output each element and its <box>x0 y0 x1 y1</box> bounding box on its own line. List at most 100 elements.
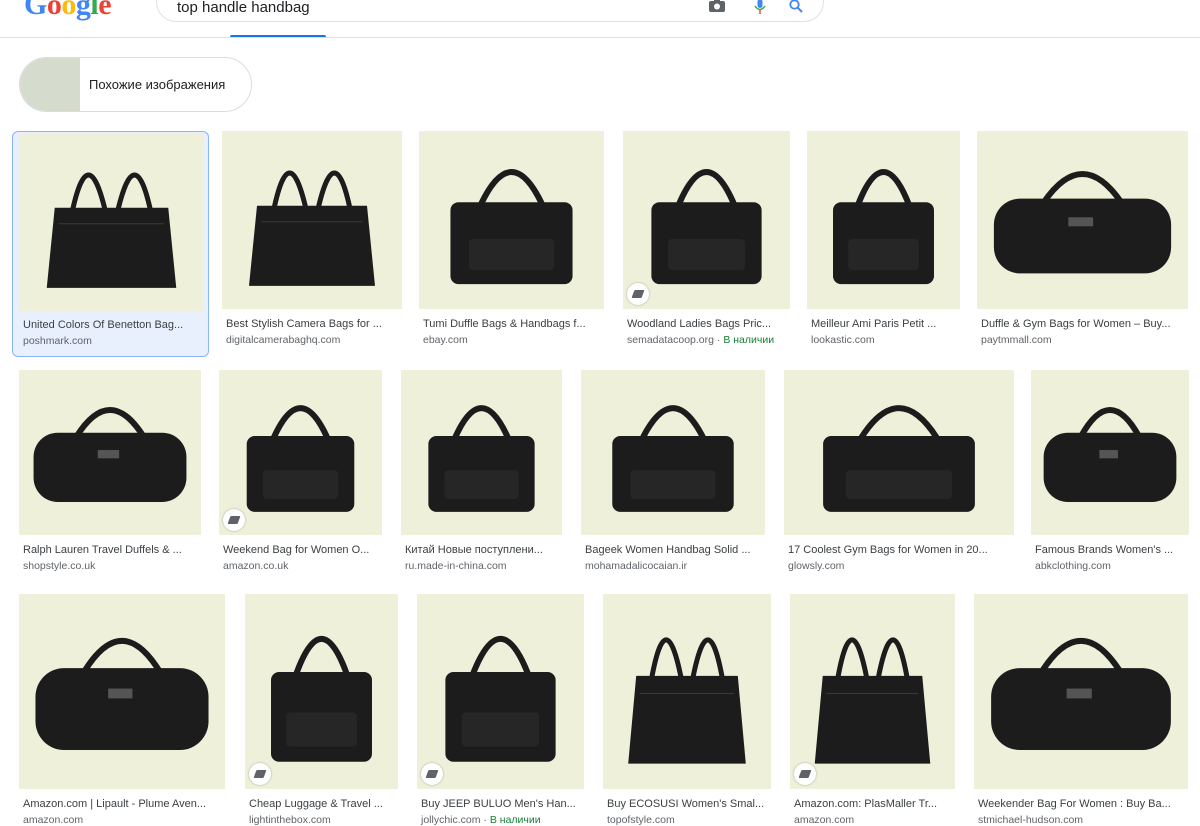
result-title[interactable]: 17 Coolest Gym Bags for Women in 20... <box>788 544 988 556</box>
result-thumbnail[interactable] <box>19 370 201 535</box>
image-result-card[interactable]: Woodland Ladies Bags Pric... semadatacoop… <box>623 131 790 357</box>
image-result-card[interactable]: 17 Coolest Gym Bags for Women in 20... gl… <box>784 370 1014 596</box>
result-domain: glowsly.com <box>788 560 845 572</box>
image-result-card[interactable]: Ralph Lauren Travel Duffels & ... shopsty… <box>19 370 201 596</box>
result-source: semadatacoop.org · В наличии <box>627 334 774 346</box>
result-source: paytmmall.com <box>981 334 1052 346</box>
result-source: jollychic.com · В наличии <box>421 814 541 826</box>
result-source: shopstyle.co.uk <box>23 560 95 572</box>
result-thumbnail[interactable] <box>419 131 604 309</box>
result-title[interactable]: Bageek Women Handbag Solid ... <box>585 544 751 556</box>
result-domain: mohamadalicocaian.ir <box>585 560 688 572</box>
image-result-card[interactable]: Meilleur Ami Paris Petit ... lookastic.co… <box>807 131 960 357</box>
tag-icon <box>627 283 649 305</box>
result-domain: digitalcamerabaghq.com <box>226 334 341 346</box>
result-domain: semadatacoop.org · <box>627 334 724 346</box>
result-domain: lightinthebox.com <box>249 814 331 826</box>
result-domain: stmichael-hudson.com <box>978 814 1084 826</box>
tag-icon <box>223 509 245 531</box>
image-result-card[interactable]: Famous Brands Women's ... abkclothing.com <box>1031 370 1189 596</box>
result-thumbnail[interactable] <box>623 131 790 309</box>
result-title[interactable]: Cheap Luggage & Travel ... <box>249 798 383 810</box>
result-title[interactable]: Weekend Bag for Women O... <box>223 544 369 556</box>
image-result-card[interactable]: Duffle & Gym Bags for Women – Buy... payt… <box>977 131 1188 357</box>
image-result-card[interactable]: Weekender Bag For Women : Buy Ba... stmic… <box>974 594 1188 826</box>
result-thumbnail[interactable] <box>807 131 960 309</box>
result-title[interactable]: Ralph Lauren Travel Duffels & ... <box>23 544 182 556</box>
tag-icon <box>421 763 443 785</box>
in-stock-label: В наличии <box>723 334 775 346</box>
mic-icon[interactable] <box>754 0 774 19</box>
similar-images-chip[interactable]: Похожие изображения <box>19 57 252 112</box>
result-thumbnail[interactable] <box>19 594 225 789</box>
result-thumbnail[interactable] <box>219 370 382 535</box>
result-domain: amazon.com <box>794 814 855 826</box>
result-source: ru.made-in-china.com <box>405 560 507 572</box>
result-source: stmichael-hudson.com <box>978 814 1083 826</box>
result-thumbnail[interactable] <box>417 594 584 789</box>
result-title[interactable]: United Colors Of Benetton Bag... <box>23 319 183 331</box>
result-title[interactable]: Buy ECOSUSI Women's Smal... <box>607 798 764 810</box>
result-title[interactable]: Woodland Ladies Bags Pric... <box>627 318 771 330</box>
result-thumbnail[interactable] <box>784 370 1014 535</box>
result-domain: amazon.com <box>23 814 84 826</box>
image-result-card[interactable]: Best Stylish Camera Bags for ... digitalc… <box>222 131 402 357</box>
result-source: amazon.co.uk <box>223 560 288 572</box>
header-divider <box>0 37 1200 38</box>
result-thumbnail[interactable] <box>581 370 765 535</box>
result-domain: poshmark.com <box>23 335 92 347</box>
result-title[interactable]: Meilleur Ami Paris Petit ... <box>811 318 936 330</box>
image-result-card[interactable]: United Colors Of Benetton Bag... poshmark… <box>12 131 209 357</box>
result-domain: jollychic.com · <box>421 814 490 826</box>
image-result-card[interactable]: Cheap Luggage & Travel ... lightinthebox.… <box>245 594 398 826</box>
camera-icon[interactable] <box>708 0 728 19</box>
result-domain: abkclothing.com <box>1035 560 1111 572</box>
header: Google top handle handbag <box>0 0 1200 38</box>
result-source: amazon.com <box>794 814 854 826</box>
image-result-card[interactable]: Amazon.com | Lipault - Plume Aven... amaz… <box>19 594 225 826</box>
result-source: abkclothing.com <box>1035 560 1111 572</box>
result-domain: topofstyle.com <box>607 814 675 826</box>
result-title[interactable]: Tumi Duffle Bags & Handbags f... <box>423 318 586 330</box>
image-result-card[interactable]: Bageek Women Handbag Solid ... mohamadali… <box>581 370 765 596</box>
search-input[interactable]: top handle handbag <box>177 0 310 16</box>
result-title[interactable]: Китай Новые поступлени... <box>405 544 543 556</box>
chip-label: Похожие изображения <box>89 77 226 92</box>
image-result-card[interactable]: Китай Новые поступлени... ru.made-in-chin… <box>401 370 562 596</box>
result-source: mohamadalicocaian.ir <box>585 560 687 572</box>
result-title[interactable]: Best Stylish Camera Bags for ... <box>226 318 382 330</box>
result-title[interactable]: Weekender Bag For Women : Buy Ba... <box>978 798 1171 810</box>
google-logo[interactable]: Google <box>24 0 112 20</box>
result-thumbnail[interactable] <box>222 131 402 309</box>
result-thumbnail[interactable] <box>977 131 1188 309</box>
result-source: ebay.com <box>423 334 468 346</box>
result-source: glowsly.com <box>788 560 844 572</box>
result-thumbnail[interactable] <box>19 133 204 311</box>
result-source: amazon.com <box>23 814 83 826</box>
result-source: poshmark.com <box>23 335 92 347</box>
result-title[interactable]: Buy JEEP BULUO Men's Han... <box>421 798 576 810</box>
result-domain: amazon.co.uk <box>223 560 289 572</box>
result-thumbnail[interactable] <box>401 370 562 535</box>
result-thumbnail[interactable] <box>603 594 771 789</box>
search-icon[interactable] <box>789 0 809 19</box>
tag-icon <box>249 763 271 785</box>
image-result-card[interactable]: Amazon.com: PlasMaller Tr... amazon.com <box>790 594 955 826</box>
result-thumbnail[interactable] <box>974 594 1188 789</box>
image-result-card[interactable]: Weekend Bag for Women O... amazon.co.uk <box>219 370 382 596</box>
result-title[interactable]: Duffle & Gym Bags for Women – Buy... <box>981 318 1171 330</box>
result-source: lightinthebox.com <box>249 814 331 826</box>
image-result-card[interactable]: Tumi Duffle Bags & Handbags f... ebay.com <box>419 131 604 357</box>
result-title[interactable]: Amazon.com | Lipault - Plume Aven... <box>23 798 206 810</box>
search-box[interactable]: top handle handbag <box>156 0 824 22</box>
image-result-card[interactable]: Buy JEEP BULUO Men's Han... jollychic.com… <box>417 594 584 826</box>
result-thumbnail[interactable] <box>790 594 955 789</box>
result-title[interactable]: Amazon.com: PlasMaller Tr... <box>794 798 937 810</box>
result-source: lookastic.com <box>811 334 875 346</box>
result-source: digitalcamerabaghq.com <box>226 334 340 346</box>
image-result-card[interactable]: Buy ECOSUSI Women's Smal... topofstyle.co… <box>603 594 771 826</box>
result-thumbnail[interactable] <box>1031 370 1189 535</box>
result-title[interactable]: Famous Brands Women's ... <box>1035 544 1173 556</box>
result-thumbnail[interactable] <box>245 594 398 789</box>
tag-icon <box>794 763 816 785</box>
